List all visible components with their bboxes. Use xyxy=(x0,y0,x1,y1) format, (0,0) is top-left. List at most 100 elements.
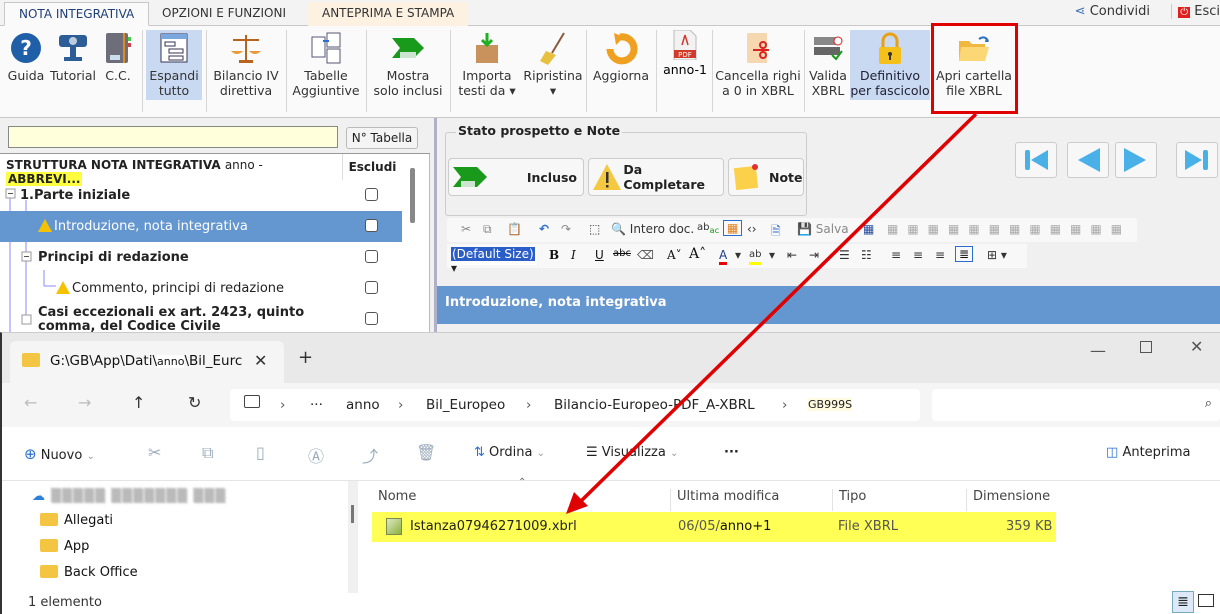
cc-button[interactable]: C.C. xyxy=(100,30,136,100)
nav-scrollbar[interactable] xyxy=(351,505,354,523)
outdent-icon[interactable]: ⇤ xyxy=(787,248,797,262)
preview-pane-button[interactable]: ◫ Anteprima xyxy=(1106,445,1191,460)
bilancio-iv-direttiva-button[interactable]: Bilancio IV direttiva xyxy=(210,30,282,100)
html-view-icon[interactable]: ‹› xyxy=(747,222,757,236)
preview-icon[interactable]: 🗎 xyxy=(771,222,781,243)
minimize-icon[interactable]: — xyxy=(1090,341,1106,360)
crumb-bilancio-europeo[interactable]: Bilancio-Europeo-PDF_A-XBRL xyxy=(554,397,755,413)
font-grow-icon[interactable]: A˄ xyxy=(689,246,706,262)
eraser-icon[interactable]: ⌫ xyxy=(637,248,654,262)
exclude-checkbox[interactable] xyxy=(365,219,378,232)
importa-testi-da-button[interactable]: Importa testi da ▾ xyxy=(454,30,520,100)
ripristina-button[interactable]: Ripristina ▾ xyxy=(522,30,584,100)
tree-search-input[interactable] xyxy=(8,126,338,148)
details-view-icon[interactable]: ≣ xyxy=(1172,591,1194,613)
tree-row[interactable]: Principi di redazione xyxy=(0,242,402,273)
column-name[interactable]: Nome xyxy=(372,489,670,511)
tutorial-button[interactable]: Tutorial xyxy=(48,30,98,100)
tab-anteprima-stampa[interactable]: ANTEPRIMA E STAMPA xyxy=(308,2,469,26)
tiles-view-icon[interactable] xyxy=(1198,594,1214,607)
more-crumbs[interactable]: ··· xyxy=(310,397,323,413)
crumb-gb999s[interactable]: GB999S xyxy=(808,398,853,411)
nav-folder[interactable]: Allegati xyxy=(40,513,113,528)
crumb-bil-europeo[interactable]: Bil_Europeo xyxy=(426,397,505,413)
exclude-checkbox[interactable] xyxy=(365,281,378,294)
tab-nota-integrativa[interactable]: NOTA INTEGRATIVA xyxy=(4,2,150,26)
tree-row-selected[interactable]: Introduzione, nota integrativa xyxy=(0,211,402,242)
mostra-solo-inclusi-button[interactable]: Mostra solo inclusi xyxy=(370,30,446,100)
espandi-tutto-button[interactable]: Espandi tutto xyxy=(146,30,202,100)
align-right-icon[interactable]: ≡ xyxy=(935,248,945,262)
dropdown-icon[interactable]: ▾ xyxy=(735,248,741,262)
incluso-button[interactable]: Incluso xyxy=(448,158,584,196)
tree-row[interactable]: Commento, principi di redazione xyxy=(0,273,402,304)
nav-folder[interactable]: Back Office xyxy=(40,565,138,580)
share-icon[interactable]: ⤴ xyxy=(362,443,378,467)
close-window-icon[interactable]: ✕ xyxy=(1190,337,1203,356)
rename-icon[interactable]: Ⓐ xyxy=(308,443,324,467)
find-button[interactable]: 🔍 Intero doc. xyxy=(611,222,694,236)
aggiorna-button[interactable]: Aggiorna xyxy=(590,30,652,100)
exit-button[interactable]: ⏻ Esci xyxy=(1171,4,1220,19)
column-modified[interactable]: Ultima modifica xyxy=(670,489,832,511)
note-button[interactable]: Note xyxy=(728,158,804,196)
refresh-icon[interactable]: ↻ xyxy=(188,393,201,412)
tab-opzioni-funzioni[interactable]: OPZIONI E FUNZIONI xyxy=(148,2,300,26)
definitivo-per-fascicolo-button[interactable]: Definitivo per fascicolo xyxy=(850,30,930,100)
italic-icon[interactable]: I xyxy=(571,248,576,262)
dropdown-icon[interactable]: ▾ xyxy=(769,248,775,262)
font-color-icon[interactable]: A xyxy=(719,248,728,265)
da-completare-button[interactable]: Da Completare xyxy=(588,158,724,196)
cancella-righi-button[interactable]: Cancella righi a 0 in XBRL xyxy=(714,30,802,100)
align-left-icon[interactable]: ≡ xyxy=(891,248,901,262)
delete-icon[interactable]: 🗑 xyxy=(416,443,436,462)
copy-icon[interactable]: ⧉ xyxy=(202,443,213,463)
font-shrink-icon[interactable]: A˅ xyxy=(667,248,682,262)
tabelle-aggiuntive-button[interactable]: Tabelle Aggiuntive xyxy=(290,30,362,100)
crumb-anno[interactable]: anno xyxy=(346,397,380,413)
column-type[interactable]: Tipo xyxy=(832,489,966,511)
insert-table-icon[interactable]: ▦ xyxy=(863,222,874,236)
onedrive-item[interactable]: ☁ ▒▒▒▒▒ ▒▒▒▒▒▒▒ ▒▒▒ xyxy=(32,489,226,504)
maximize-icon[interactable] xyxy=(1140,341,1152,353)
undo-icon[interactable]: ↶ xyxy=(539,222,549,236)
first-record-button[interactable] xyxy=(1015,142,1057,178)
borders-icon[interactable]: ⊞ ▾ xyxy=(987,248,1007,262)
copy-icon[interactable]: ⧉ xyxy=(483,222,492,237)
table-tools-icons[interactable]: ▦▦▦▦▦▦▦▦▦▦▦▦ xyxy=(887,222,1131,236)
nav-folder[interactable]: App xyxy=(40,539,89,554)
tree-row[interactable]: 1.Parte iniziale xyxy=(0,180,402,211)
redo-icon[interactable]: ↷ xyxy=(561,222,571,236)
explorer-search-input[interactable]: ⌕ xyxy=(932,389,1220,421)
valida-xbrl-button[interactable]: Valida XBRL xyxy=(806,30,850,100)
paste-icon[interactable]: ▯ xyxy=(256,443,265,462)
exclude-checkbox[interactable] xyxy=(365,188,378,201)
back-icon[interactable]: ← xyxy=(24,393,37,412)
select-all-icon[interactable]: ⬚ xyxy=(589,222,600,236)
save-button[interactable]: 💾 Salva xyxy=(797,222,849,236)
cut-icon[interactable]: ✂ xyxy=(148,443,161,462)
spellcheck-icon[interactable]: abac xyxy=(697,222,719,235)
next-record-button[interactable] xyxy=(1115,142,1157,178)
strikethrough-icon[interactable]: abc xyxy=(613,248,631,259)
up-icon[interactable]: ↑ xyxy=(132,393,145,412)
bold-icon[interactable]: B xyxy=(549,248,559,262)
more-options-icon[interactable]: ··· xyxy=(724,445,739,460)
file-row[interactable]: Istanza07946271009.xbrl 06/05/anno+1 Fil… xyxy=(372,512,1056,542)
numbered-list-icon[interactable]: ☷ xyxy=(861,248,872,262)
forward-icon[interactable]: → xyxy=(78,393,91,412)
table-number-button[interactable]: N° Tabella xyxy=(346,127,418,149)
guida-button[interactable]: ? Guida xyxy=(4,30,48,100)
sort-button[interactable]: ⇅ Ordina ⌄ xyxy=(474,445,545,460)
font-size-select[interactable]: (Default Size) ▾ xyxy=(451,247,537,275)
exclude-checkbox[interactable] xyxy=(365,250,378,263)
bullet-list-icon[interactable]: ☰ xyxy=(839,248,850,262)
close-tab-icon[interactable]: ✕ xyxy=(254,351,267,370)
exclude-checkbox[interactable] xyxy=(365,312,378,325)
new-tab-icon[interactable]: + xyxy=(298,347,313,368)
explorer-tab[interactable]: G:\GB\App\Dati\anno\Bil_Eurc ✕ xyxy=(10,341,284,383)
pdf-anno-precedente-button[interactable]: PDF anno-1 xyxy=(660,30,710,100)
column-size[interactable]: Dimensione xyxy=(966,489,1056,511)
view-button[interactable]: ☰ Visualizza ⌄ xyxy=(586,445,678,460)
share-button[interactable]: ⋖ Condividi xyxy=(1075,4,1150,19)
